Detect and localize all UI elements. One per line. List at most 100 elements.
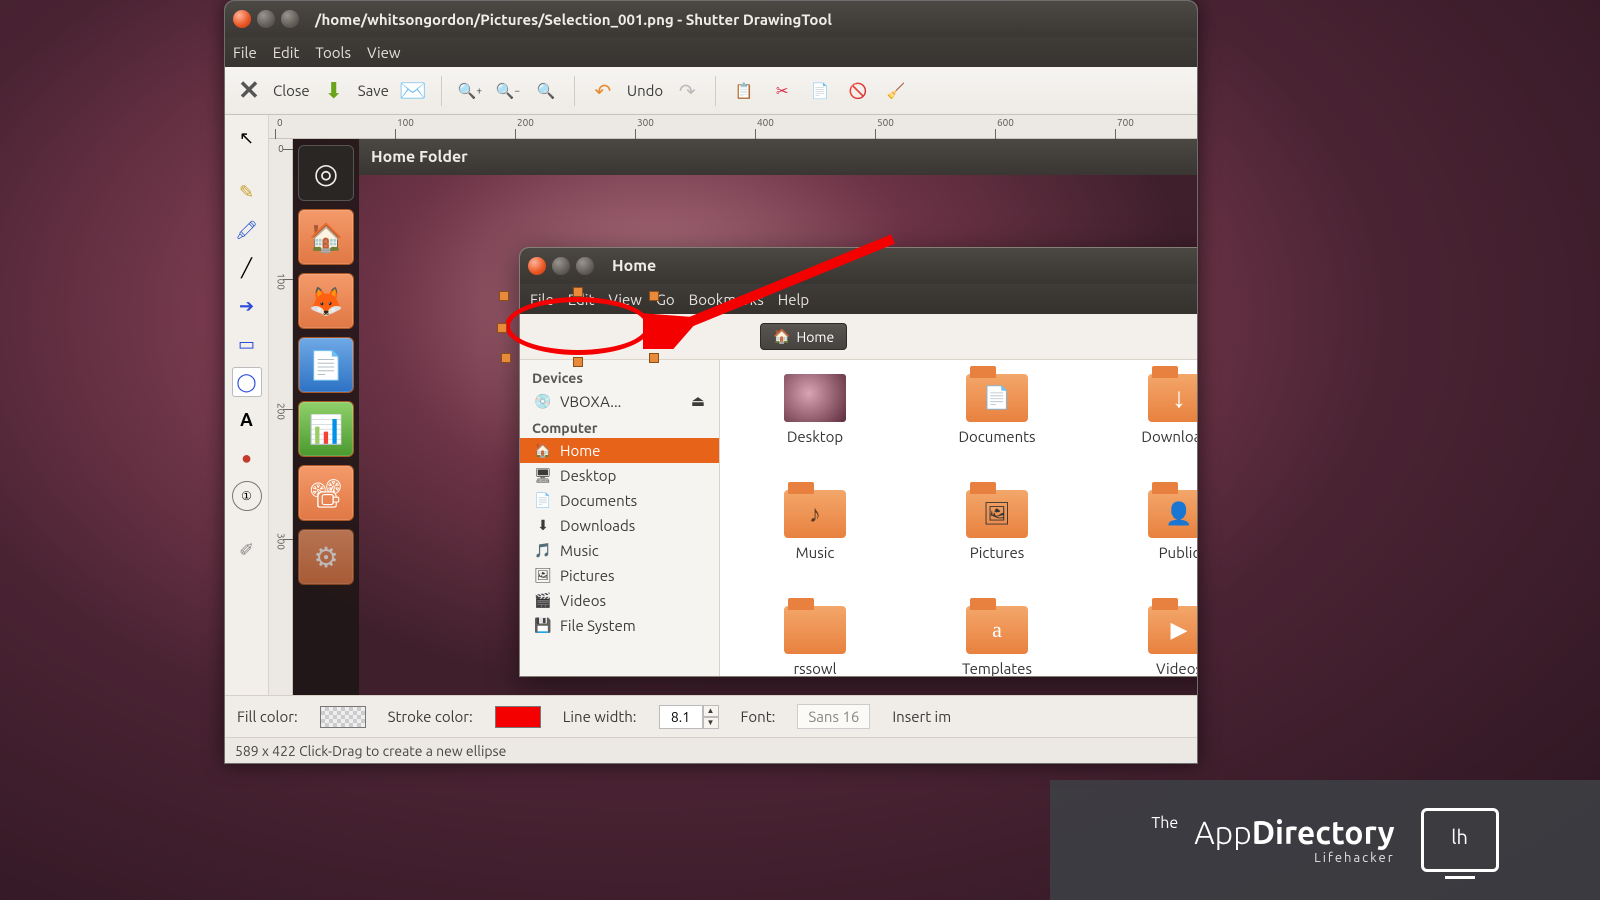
- selection-handle[interactable]: [501, 353, 511, 363]
- menu-file[interactable]: File: [233, 44, 257, 61]
- spinner-down-icon[interactable]: ▼: [703, 717, 719, 729]
- launcher-impress-icon[interactable]: 📽: [298, 465, 354, 521]
- sidebar-item-videos[interactable]: 🎬Videos: [520, 588, 719, 613]
- pictures-icon: 🖼: [534, 567, 552, 584]
- close-label[interactable]: Close: [273, 82, 310, 99]
- zoom-out-icon[interactable]: 🔍−: [494, 77, 522, 105]
- line-tool-icon[interactable]: ╱: [232, 253, 262, 283]
- sidebar-device-vbox[interactable]: 💿 VBOXA... ⏏: [520, 388, 719, 414]
- nautilus-maximize-button[interactable]: [576, 257, 594, 275]
- maximize-window-button[interactable]: [281, 10, 299, 28]
- text-tool-icon[interactable]: A: [232, 405, 262, 435]
- launcher-ubuntu-icon[interactable]: ◎: [298, 145, 354, 201]
- close-window-button[interactable]: [233, 10, 251, 28]
- annotation-ellipse[interactable]: [505, 297, 651, 355]
- close-icon[interactable]: ✕: [235, 77, 263, 105]
- nautilus-titlebar[interactable]: Home: [520, 248, 1197, 284]
- unity-launcher: ◎ 🏠 🦊 📄 📊 📽 ⚙: [293, 139, 359, 695]
- crop-tool-icon[interactable]: ✐: [232, 535, 262, 565]
- arrow-tool-icon[interactable]: ➔: [232, 291, 262, 321]
- grid-downloads[interactable]: Downloads: [1094, 374, 1197, 484]
- launcher-writer-icon[interactable]: 📄: [298, 337, 354, 393]
- grid-videos[interactable]: Videos: [1094, 606, 1197, 677]
- cut-icon[interactable]: ✂: [768, 77, 796, 105]
- ellipse-tool-icon[interactable]: ◯: [232, 367, 262, 397]
- sidebar-item-filesystem[interactable]: 💾File System: [520, 613, 719, 638]
- undo-icon[interactable]: ↶: [589, 77, 617, 105]
- font-selector[interactable]: Sans 16: [797, 704, 870, 729]
- n-menu-help[interactable]: Help: [778, 291, 809, 308]
- ruler-vertical: 0 100 200 300: [269, 139, 293, 695]
- grid-templates[interactable]: Templates: [912, 606, 1082, 677]
- menu-edit[interactable]: Edit: [273, 44, 300, 61]
- desktop-icon: 🖥: [534, 467, 552, 484]
- highlighter-tool-icon[interactable]: 🖍: [232, 215, 262, 245]
- grid-rssowl[interactable]: rssowl: [730, 606, 900, 677]
- paste-icon[interactable]: 📄: [806, 77, 834, 105]
- nautilus-icon-grid[interactable]: Desktop Documents Downloads Music Pictur…: [720, 360, 1197, 676]
- selection-handle[interactable]: [573, 357, 583, 367]
- screenshot-canvas[interactable]: ◎ 🏠 🦊 📄 📊 📽 ⚙ Home Folder: [293, 139, 1197, 695]
- grid-public[interactable]: Public: [1094, 490, 1197, 600]
- line-width-spinner[interactable]: ▲▼: [659, 705, 719, 729]
- launcher-calc-icon[interactable]: 📊: [298, 401, 354, 457]
- menu-view[interactable]: View: [367, 44, 401, 61]
- nautilus-close-button[interactable]: [528, 257, 546, 275]
- grid-documents[interactable]: Documents: [912, 374, 1082, 484]
- number-tool-icon[interactable]: ①: [232, 481, 262, 511]
- minimize-window-button[interactable]: [257, 10, 275, 28]
- sidebar-item-pictures[interactable]: 🖼Pictures: [520, 563, 719, 588]
- selection-handle[interactable]: [499, 291, 509, 301]
- nautilus-title: Home: [612, 257, 656, 275]
- line-width-input[interactable]: [659, 705, 703, 729]
- sidebar-item-documents[interactable]: 📄Documents: [520, 488, 719, 513]
- path-home-button[interactable]: 🏠 Home: [760, 323, 847, 350]
- freehand-tool-icon[interactable]: ✎: [232, 177, 262, 207]
- rect-tool-icon[interactable]: ▭: [232, 329, 262, 359]
- shutter-window: /home/whitsongordon/Pictures/Selection_0…: [224, 0, 1198, 764]
- menu-tools[interactable]: Tools: [315, 44, 351, 61]
- selection-handle[interactable]: [649, 353, 659, 363]
- pointer-tool-icon[interactable]: ↖: [232, 123, 262, 153]
- delete-icon[interactable]: 🚫: [844, 77, 872, 105]
- selection-handle[interactable]: [649, 291, 659, 301]
- export-icon[interactable]: ✉️: [399, 77, 427, 105]
- nautilus-minimize-button[interactable]: [552, 257, 570, 275]
- grid-music[interactable]: Music: [730, 490, 900, 600]
- save-label[interactable]: Save: [358, 82, 389, 99]
- toolbar: ✕ Close ⬇ Save ✉️ 🔍+ 🔍− 🔍 ↶ Undo ↷ 📋 ✂ 📄…: [225, 67, 1197, 115]
- sidebar-item-downloads[interactable]: ⬇Downloads: [520, 513, 719, 538]
- watermark-the: The: [1151, 814, 1178, 832]
- launcher-home-icon[interactable]: 🏠: [298, 209, 354, 265]
- eject-icon[interactable]: ⏏: [691, 392, 705, 410]
- selection-handle[interactable]: [573, 287, 583, 297]
- selection-handle[interactable]: [653, 323, 663, 333]
- redo-icon[interactable]: ↷: [673, 77, 701, 105]
- font-label: Font:: [741, 708, 776, 725]
- launcher-firefox-icon[interactable]: 🦊: [298, 273, 354, 329]
- canvas-area[interactable]: 0 100 200 300 400 500 600 700 0 100 200 …: [269, 115, 1197, 695]
- sidebar-item-home[interactable]: 🏠Home: [520, 438, 719, 463]
- launcher-settings-icon[interactable]: ⚙: [298, 529, 354, 585]
- titlebar[interactable]: /home/whitsongordon/Pictures/Selection_0…: [225, 1, 1197, 37]
- filesystem-icon: 💾: [534, 617, 552, 634]
- save-icon[interactable]: ⬇: [320, 77, 348, 105]
- n-menu-bookmarks[interactable]: Bookmarks: [689, 291, 764, 308]
- fill-color-swatch[interactable]: [320, 706, 366, 728]
- grid-desktop[interactable]: Desktop: [730, 374, 900, 484]
- sidebar-item-music[interactable]: 🎵Music: [520, 538, 719, 563]
- zoom-in-icon[interactable]: 🔍+: [456, 77, 484, 105]
- insert-image-label: Insert im: [892, 708, 951, 725]
- selection-handle[interactable]: [497, 323, 507, 333]
- watermark-text: AppDirectory Lifehacker: [1194, 815, 1394, 865]
- copy-icon[interactable]: 📋: [730, 77, 758, 105]
- stroke-color-swatch[interactable]: [495, 706, 541, 728]
- sidebar-item-desktop[interactable]: 🖥Desktop: [520, 463, 719, 488]
- grid-pictures[interactable]: Pictures: [912, 490, 1082, 600]
- undo-label[interactable]: Undo: [627, 82, 663, 99]
- spinner-up-icon[interactable]: ▲: [703, 705, 719, 717]
- zoom-fit-icon[interactable]: 🔍: [532, 77, 560, 105]
- line-width-label: Line width:: [563, 708, 637, 725]
- clear-icon[interactable]: 🧹: [882, 77, 910, 105]
- censor-tool-icon[interactable]: ●: [232, 443, 262, 473]
